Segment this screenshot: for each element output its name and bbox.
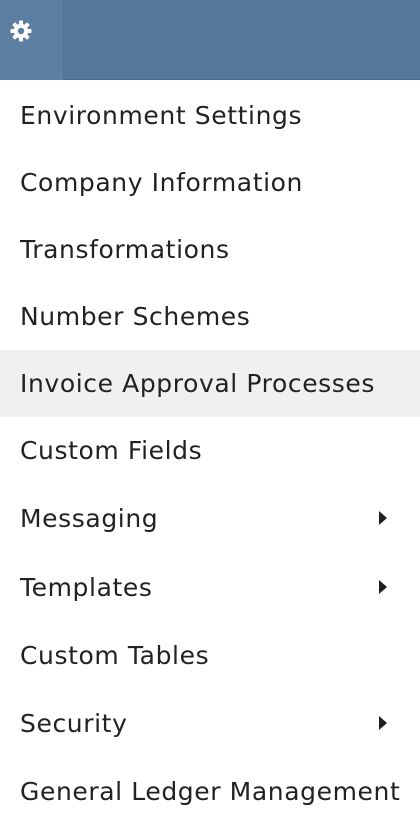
menu-item-custom-tables[interactable]: Custom Tables — [0, 622, 420, 689]
gear-icon — [10, 20, 32, 42]
menu-item-custom-fields[interactable]: Custom Fields — [0, 417, 420, 484]
settings-header — [0, 0, 420, 80]
menu-item-label: Templates — [20, 573, 153, 602]
menu-item-label: Messaging — [20, 504, 159, 533]
menu-item-general-ledger-management[interactable]: General Ledger Management — [0, 758, 420, 825]
menu-item-label: Custom Fields — [20, 436, 203, 465]
menu-item-label: Transformations — [20, 235, 230, 264]
settings-gear-button[interactable] — [0, 0, 62, 80]
menu-item-label: Environment Settings — [20, 101, 303, 130]
menu-item-environment-settings[interactable]: Environment Settings — [0, 82, 420, 149]
menu-item-label: Invoice Approval Processes — [20, 369, 376, 398]
menu-item-label: Security — [20, 709, 128, 738]
menu-item-templates[interactable]: Templates — [0, 553, 420, 622]
menu-item-label: Company Information — [20, 168, 303, 197]
menu-item-security[interactable]: Security — [0, 689, 420, 758]
menu-item-transformations[interactable]: Transformations — [0, 216, 420, 283]
settings-menu: Environment Settings Company Information… — [0, 82, 420, 825]
menu-item-number-schemes[interactable]: Number Schemes — [0, 283, 420, 350]
submenu-arrow-icon — [379, 579, 387, 594]
menu-item-label: Custom Tables — [20, 641, 210, 670]
menu-item-label: General Ledger Management — [20, 777, 401, 806]
menu-item-messaging[interactable]: Messaging — [0, 484, 420, 553]
menu-item-company-information[interactable]: Company Information — [0, 149, 420, 216]
submenu-arrow-icon — [379, 510, 387, 525]
menu-item-label: Number Schemes — [20, 302, 251, 331]
submenu-arrow-icon — [379, 715, 387, 730]
menu-item-invoice-approval-processes[interactable]: Invoice Approval Processes — [0, 350, 420, 417]
